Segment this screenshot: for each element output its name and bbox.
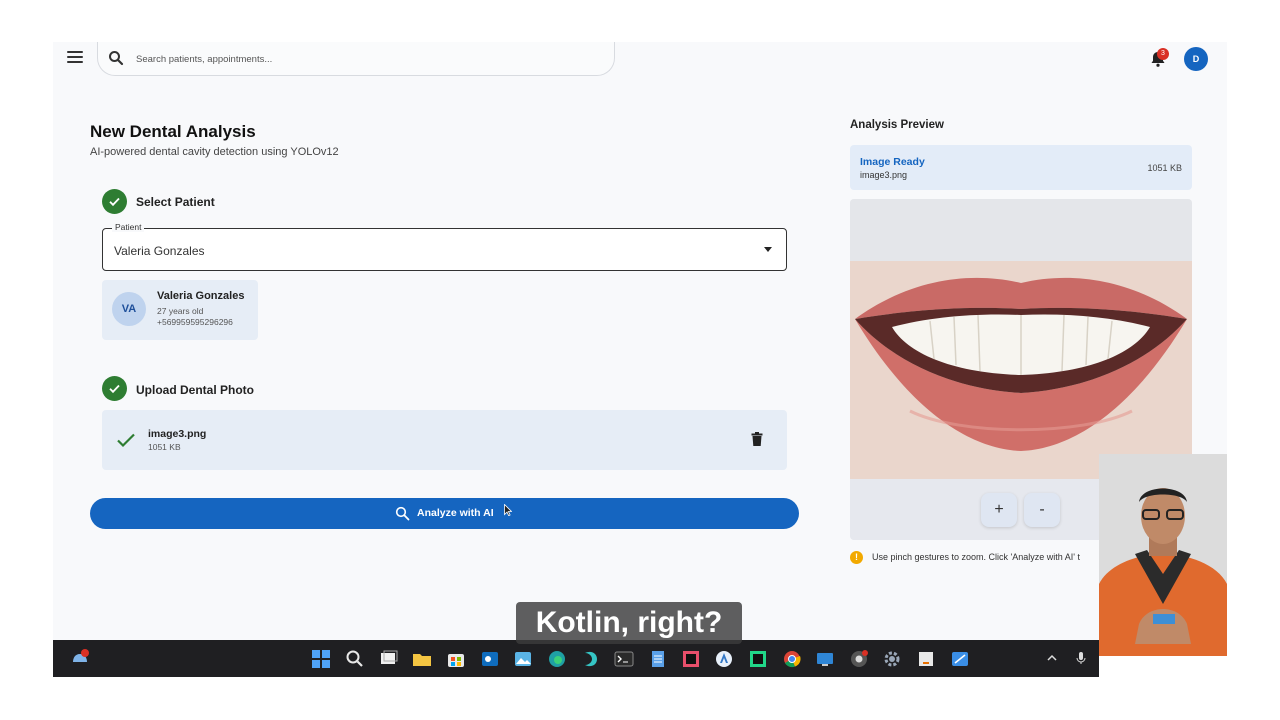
dropdown-arrow-icon — [764, 247, 772, 252]
chrome-canary-icon[interactable] — [849, 649, 869, 669]
uploaded-file: image3.png 1051 KB — [102, 410, 787, 470]
image-ready-card: Image Ready image3.png 1051 KB — [850, 145, 1192, 190]
android-studio-icon[interactable] — [714, 649, 734, 669]
patient-select[interactable]: Patient Valeria Gonzales — [102, 222, 787, 271]
file-name: image3.png — [148, 428, 207, 440]
notification-icon[interactable] — [69, 648, 91, 668]
java-icon[interactable] — [916, 649, 936, 669]
file-explorer-icon[interactable] — [412, 649, 432, 669]
page-title: New Dental Analysis — [90, 122, 256, 141]
chevron-up-icon[interactable] — [1046, 652, 1058, 664]
patient-card: VA Valeria Gonzales 27 years old +569959… — [102, 280, 258, 340]
snipping-tool-icon[interactable] — [950, 649, 970, 669]
edge-icon[interactable] — [547, 649, 567, 669]
store-icon[interactable] — [446, 649, 466, 669]
top-bar: 3 D — [53, 42, 1227, 76]
info-icon: ! — [850, 551, 863, 564]
preview-file-name: image3.png — [860, 170, 908, 180]
step-label-upload-photo: Upload Dental Photo — [136, 383, 254, 397]
patient-avatar: VA — [112, 292, 146, 326]
terminal-icon[interactable] — [614, 649, 634, 669]
delete-icon[interactable] — [751, 432, 763, 446]
search-icon[interactable] — [345, 649, 365, 669]
patient-phone: +569959595296296 — [157, 317, 233, 327]
patient-age: 27 years old — [157, 306, 204, 316]
step-complete-icon — [102, 189, 127, 214]
settings-icon[interactable] — [882, 649, 902, 669]
file-size: 1051 KB — [148, 442, 181, 452]
step-label-select-patient: Select Patient — [136, 195, 215, 209]
video-caption: Kotlin, right? — [516, 602, 742, 644]
photos-icon[interactable] — [513, 649, 533, 669]
copilot-icon[interactable] — [581, 649, 601, 669]
analyze-button[interactable]: Analyze with AI — [90, 498, 799, 529]
intellij-icon[interactable] — [681, 649, 701, 669]
chrome-icon[interactable] — [782, 649, 802, 669]
search-input[interactable] — [136, 50, 596, 68]
app-window: 3 D New Dental Analysis AI-powered denta… — [53, 42, 1227, 640]
analyze-button-label: Analyze with AI — [417, 507, 494, 519]
search-bar[interactable] — [97, 42, 615, 76]
user-avatar[interactable]: D — [1184, 47, 1208, 71]
menu-icon[interactable] — [67, 51, 83, 65]
microphone-icon[interactable] — [1075, 651, 1087, 665]
task-view-icon[interactable] — [379, 649, 399, 669]
windows-start-icon[interactable] — [311, 649, 331, 669]
patient-field-label: Patient — [112, 222, 145, 232]
webcam-overlay — [1099, 454, 1227, 656]
patient-name: Valeria Gonzales — [157, 290, 245, 302]
page-subtitle: AI-powered dental cavity detection using… — [90, 146, 339, 158]
remote-desktop-icon[interactable] — [815, 649, 835, 669]
notification-badge: 3 — [1157, 48, 1169, 60]
taskbar — [53, 640, 1099, 677]
mouse-cursor-icon — [504, 504, 512, 516]
preview-title: Analysis Preview — [850, 119, 944, 131]
image-status: Image Ready — [860, 156, 925, 168]
zoom-in-button[interactable]: + — [981, 493, 1017, 527]
step-complete-icon — [102, 376, 127, 401]
zoom-out-button[interactable]: - — [1024, 493, 1060, 527]
zoom-hint-text: Use pinch gestures to zoom. Click 'Analy… — [872, 552, 1081, 562]
dental-photo — [850, 261, 1192, 479]
pycharm-icon[interactable] — [748, 649, 768, 669]
patient-field-value: Valeria Gonzales — [114, 244, 205, 258]
outlook-icon[interactable] — [480, 649, 500, 669]
search-icon — [109, 51, 124, 66]
notepad-icon[interactable] — [648, 649, 668, 669]
check-icon — [117, 433, 135, 448]
preview-file-size: 1051 KB — [1147, 163, 1182, 173]
search-icon — [395, 506, 410, 521]
